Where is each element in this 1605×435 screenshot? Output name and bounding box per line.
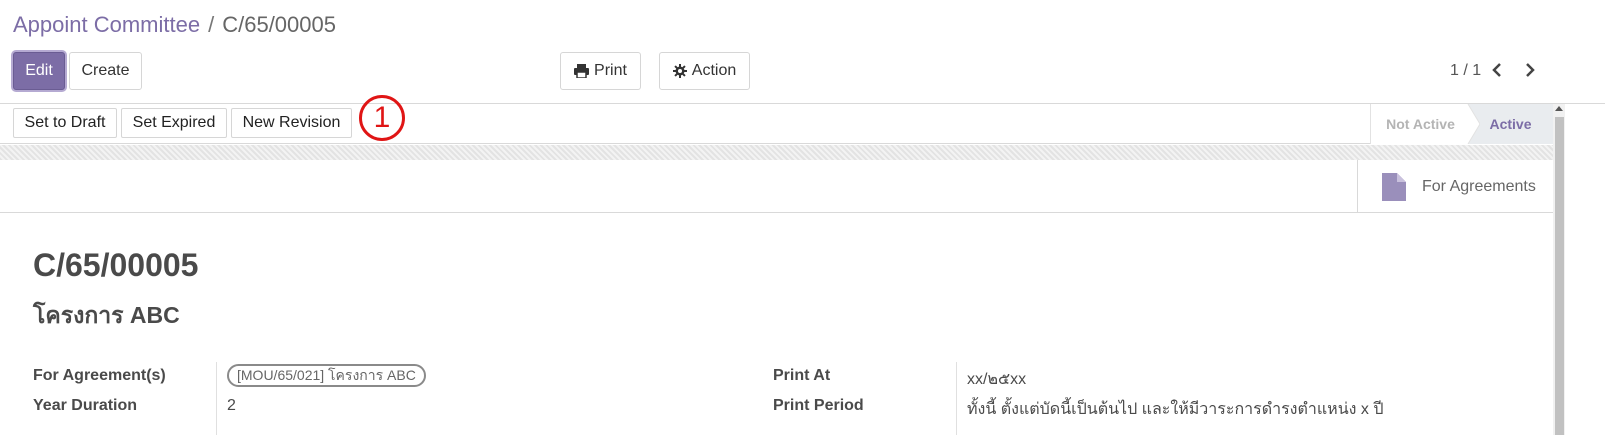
chevron-left-icon	[1492, 63, 1501, 77]
set-to-draft-button[interactable]: Set to Draft	[13, 108, 117, 138]
edit-button[interactable]: Edit	[13, 52, 65, 90]
breadcrumb: Appoint Committee / C/65/00005	[13, 12, 336, 38]
smart-button-label: For Agreements	[1422, 177, 1536, 195]
new-revision-button[interactable]: New Revision	[231, 108, 352, 138]
set-expired-button[interactable]: Set Expired	[121, 108, 227, 138]
record-title: C/65/00005	[33, 247, 199, 283]
annotation-marker: 1	[359, 95, 405, 141]
for-agreements-label: For Agreement(s)	[33, 367, 166, 384]
form-sheet: For Agreements C/65/00005 โครงการ ABC Fo…	[0, 160, 1553, 435]
print-button[interactable]: Print	[560, 52, 641, 90]
print-icon	[574, 64, 590, 78]
year-duration-label: Year Duration	[33, 397, 138, 414]
breadcrumb-parent-link[interactable]: Appoint Committee	[13, 12, 200, 37]
stage-active[interactable]: Active	[1468, 104, 1553, 144]
print-at-label: Print At	[773, 367, 831, 384]
breadcrumb-current: C/65/00005	[222, 12, 336, 37]
create-button[interactable]: Create	[69, 52, 142, 90]
print-label: Print	[594, 62, 627, 79]
print-period-value: ทั้งนี้ ตั้งแต่บัดนี้เป็นต้นไป และให้มีว…	[967, 401, 1384, 418]
record-subtitle: โครงการ ABC	[33, 302, 180, 328]
pager-previous-button[interactable]	[1487, 60, 1507, 80]
sheet-background	[0, 145, 1553, 160]
chevron-right-icon	[1526, 63, 1535, 77]
stage-separator-arrow	[1464, 104, 1480, 144]
action-label: Action	[691, 62, 737, 79]
for-agreements-smart-button[interactable]: For Agreements	[1357, 160, 1553, 213]
field-divider-left	[216, 362, 217, 435]
pager-value[interactable]: 1 / 1	[1450, 62, 1481, 80]
scrollbar-thumb[interactable]	[1555, 117, 1564, 435]
file-icon	[1382, 172, 1406, 201]
scroll-up-arrow-icon[interactable]	[1555, 106, 1563, 111]
button-box: For Agreements	[0, 160, 1553, 213]
print-at-value: xx/๒๕xx	[967, 371, 1027, 388]
field-divider-right	[956, 362, 957, 435]
action-button[interactable]: Action	[659, 52, 750, 90]
statusbar: Set to Draft Set Expired New Revision No…	[0, 104, 1553, 144]
agreement-tag[interactable]: [MOU/65/021] โครงการ ABC	[227, 364, 426, 387]
gear-icon	[672, 64, 687, 78]
stage-not-active[interactable]: Not Active	[1370, 104, 1470, 144]
control-panel: Appoint Committee / C/65/00005 Edit Create…	[0, 0, 1605, 104]
print-period-label: Print Period	[773, 397, 864, 414]
year-duration-value: 2	[227, 397, 236, 414]
breadcrumb-separator: /	[208, 12, 215, 37]
pager-next-button[interactable]	[1520, 60, 1540, 80]
